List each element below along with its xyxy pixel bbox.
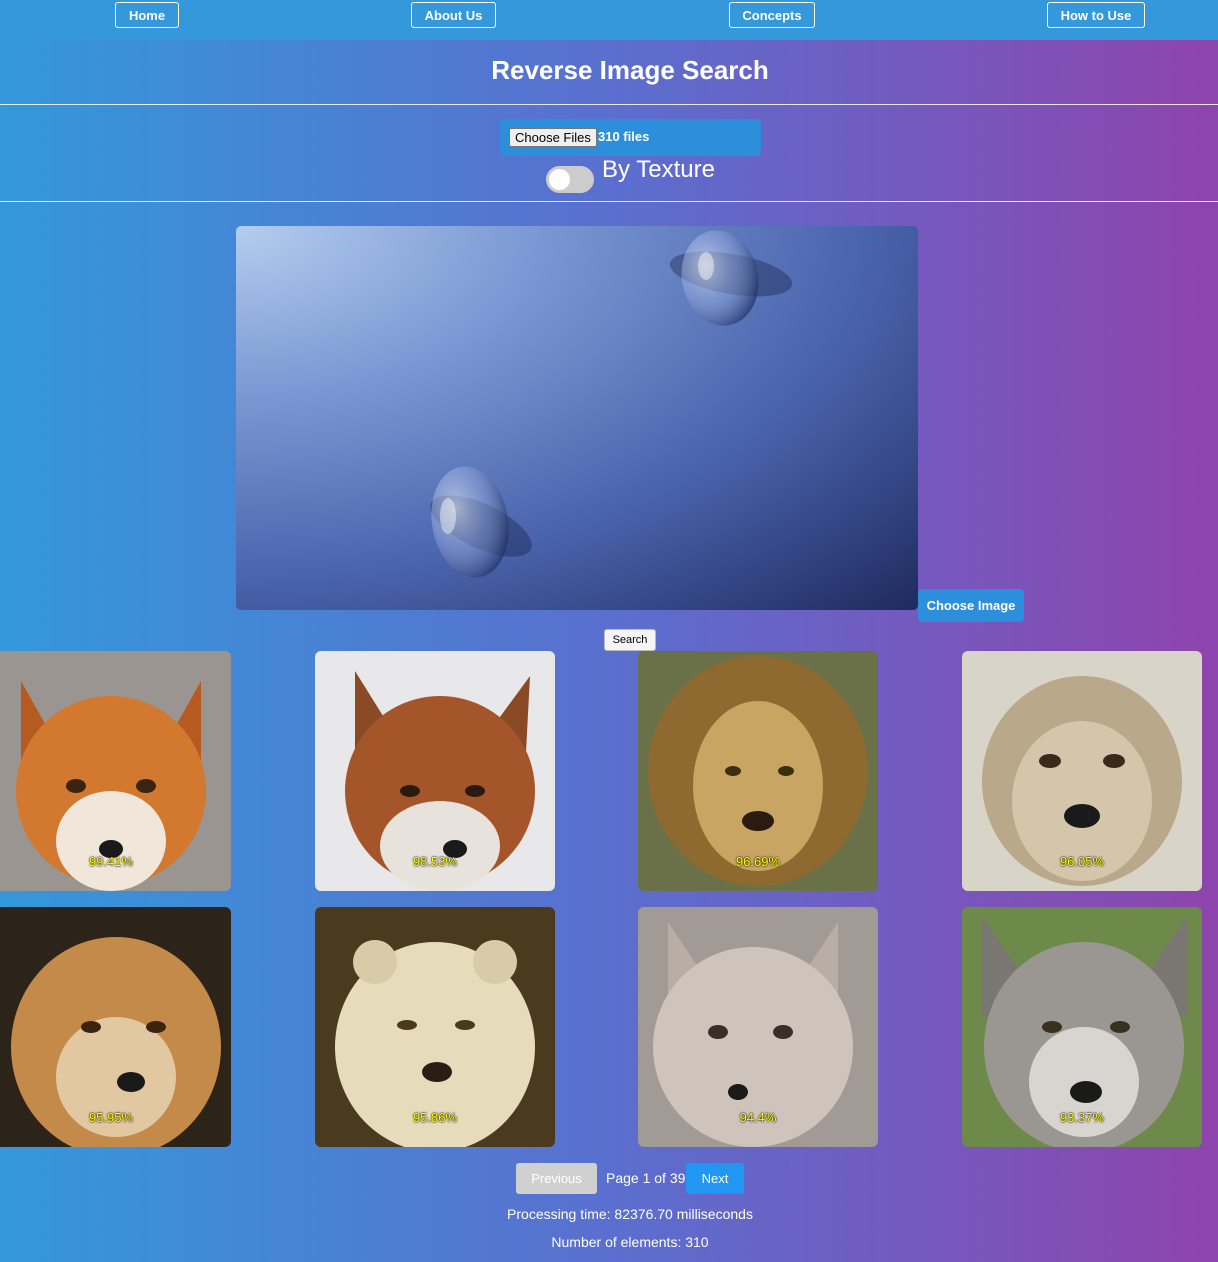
result-image-wolf[interactable]: 93.37% [962, 907, 1202, 1147]
divider-top [0, 104, 1218, 105]
similarity-score: 95.86% [412, 1110, 458, 1125]
similarity-score: 95.95% [88, 1110, 134, 1125]
page-indicator: Page 1 of 39 [606, 1170, 686, 1186]
similarity-score: 93.37% [1059, 1110, 1105, 1125]
processing-time-text: Processing time: 82376.70 milliseconds [507, 1206, 753, 1222]
similarity-score: 99.41% [88, 854, 134, 869]
similarity-score: 94.4% [739, 1110, 777, 1125]
texture-toggle-label: By Texture [602, 156, 715, 183]
result-image-fox[interactable]: 94.4% [638, 907, 878, 1147]
file-upload-box: Choose Files 310 files [500, 119, 761, 156]
query-image-preview [236, 226, 918, 610]
toggle-knob [549, 169, 570, 190]
search-button[interactable]: Search [604, 629, 656, 651]
previous-page-button[interactable]: Previous [516, 1163, 597, 1194]
result-image-cheetah[interactable]: 96.05% [962, 651, 1202, 891]
result-image-lioness[interactable]: 95.86% [315, 907, 555, 1147]
choose-image-button[interactable]: Choose Image [918, 589, 1024, 622]
nav-concepts-button[interactable]: Concepts [729, 2, 815, 28]
similarity-score: 96.05% [1059, 854, 1105, 869]
element-count-text: Number of elements: 310 [551, 1234, 709, 1250]
page-title: Reverse Image Search [491, 55, 769, 85]
nav-home-button[interactable]: Home [115, 2, 179, 28]
nav-about-button[interactable]: About Us [411, 2, 496, 28]
result-image-fox[interactable]: 99.41% [0, 651, 231, 891]
navbar: Home About Us Concepts How to Use [0, 0, 1218, 40]
divider-bottom [0, 201, 1218, 202]
next-page-button[interactable]: Next [686, 1163, 744, 1194]
result-image-fox[interactable]: 98.53% [315, 651, 555, 891]
similarity-score: 98.53% [412, 854, 458, 869]
result-image-lion[interactable]: 96.69% [638, 651, 878, 891]
choose-files-button[interactable]: Choose Files [509, 128, 597, 147]
texture-toggle[interactable] [546, 166, 594, 193]
files-count-label: 310 files [598, 129, 650, 144]
nav-how-to-use-button[interactable]: How to Use [1047, 2, 1145, 28]
result-image-cheetah[interactable]: 95.95% [0, 907, 231, 1147]
similarity-score: 96.69% [735, 854, 781, 869]
